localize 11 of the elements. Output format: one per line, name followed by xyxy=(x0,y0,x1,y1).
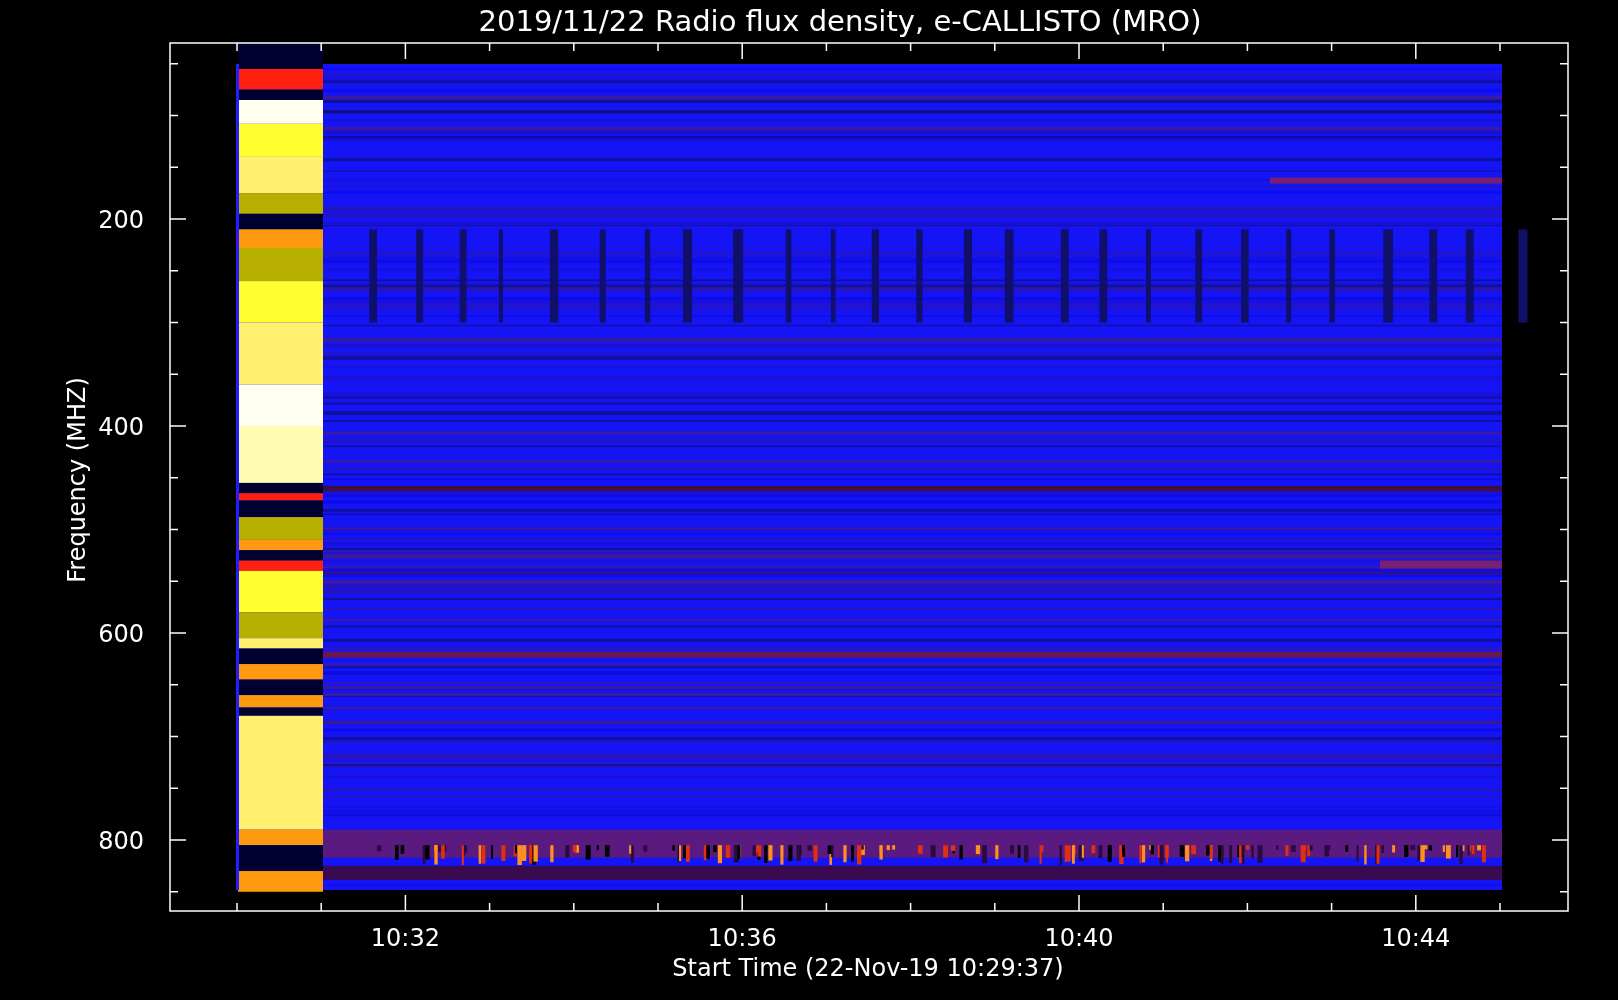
x-axis-label: Start Time (22-Nov-19 10:29:37) xyxy=(672,954,1064,982)
x-tick-label: 10:44 xyxy=(1381,924,1451,952)
y-axis-label: Frequency (MHZ) xyxy=(63,377,91,583)
x-tick-label: 10:36 xyxy=(707,924,777,952)
y-tick-label: 200 xyxy=(98,206,144,234)
x-tick-label: 10:32 xyxy=(370,924,440,952)
y-tick-label: 600 xyxy=(98,620,144,648)
x-tick-label: 10:40 xyxy=(1044,924,1114,952)
y-tick-label: 800 xyxy=(98,827,144,855)
plot-title: 2019/11/22 Radio flux density, e-CALLISTO (MRO) xyxy=(478,4,1202,38)
y-tick-label: 400 xyxy=(98,413,144,441)
